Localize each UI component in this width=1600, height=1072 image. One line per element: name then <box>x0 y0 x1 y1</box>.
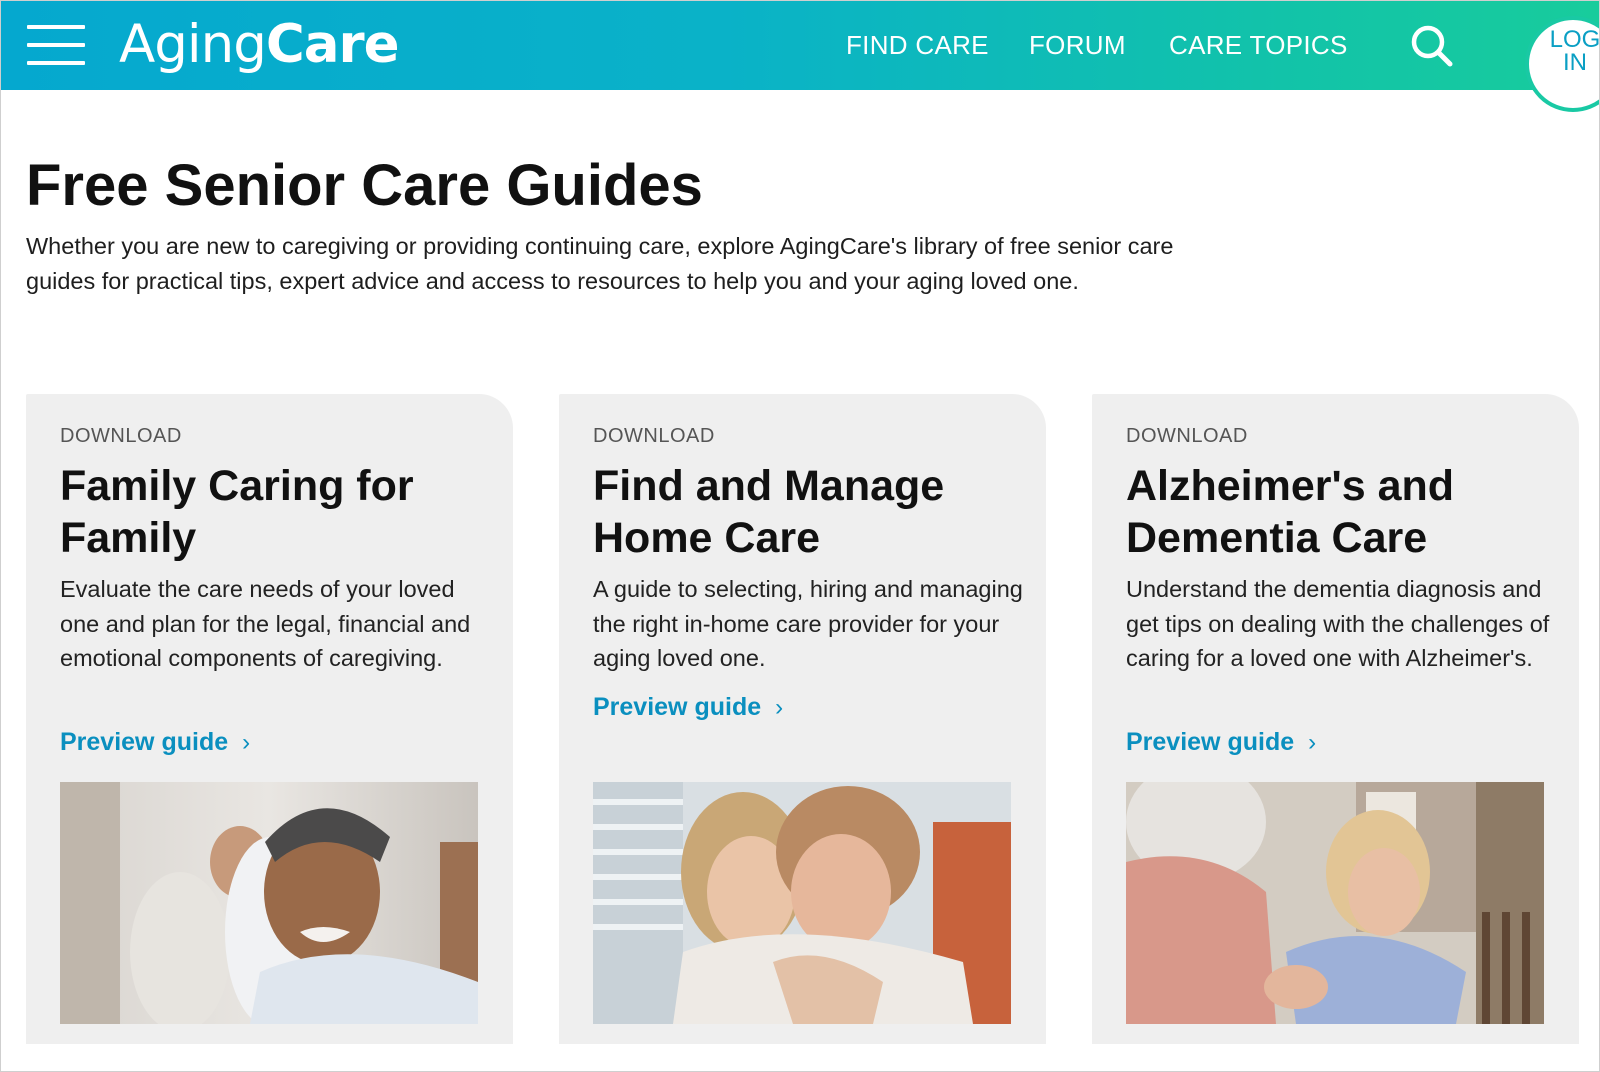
preview-guide-label: Preview guide <box>1126 728 1295 756</box>
preview-guide-label: Preview guide <box>593 693 762 721</box>
page-title: Free Senior Care Guides <box>26 153 703 218</box>
chevron-right-icon: › <box>242 729 251 756</box>
login-label-line2: IN <box>1563 49 1587 76</box>
logo-text-light: Aging <box>119 14 267 75</box>
nav-forum[interactable]: FORUM <box>1029 29 1126 61</box>
card-download-tag: DOWNLOAD <box>60 425 182 447</box>
card-title[interactable]: Find and Manage Home Care <box>593 460 1033 564</box>
card-description: A guide to selecting, hiring and managin… <box>593 576 1023 671</box>
preview-guide-link[interactable]: Preview guide › <box>60 727 250 758</box>
card-description: Understand the dementia diagnosis and ge… <box>1126 576 1550 671</box>
guide-card-family-caring: DOWNLOAD Family Caring for Family Evalua… <box>26 394 513 1044</box>
guide-card-alzheimers: DOWNLOAD Alzheimer's and Dementia Care U… <box>1092 394 1579 1044</box>
page-frame: AgingCare FIND CARE FORUM CARE TOPICS LO… <box>0 0 1600 1072</box>
card-photo-senior-man[interactable] <box>60 782 478 1024</box>
card-download-tag: DOWNLOAD <box>1126 425 1248 447</box>
preview-guide-link[interactable]: Preview guide › <box>593 692 783 723</box>
nav-care-topics[interactable]: CARE TOPICS <box>1169 29 1348 61</box>
hamburger-menu-icon[interactable] <box>27 25 85 65</box>
guide-card-home-care: DOWNLOAD Find and Manage Home Care A gui… <box>559 394 1046 1044</box>
login-label: LOG IN <box>1545 26 1600 76</box>
card-title[interactable]: Family Caring for Family <box>60 460 500 564</box>
card-photo-girl-and-grandmother[interactable] <box>593 782 1011 1024</box>
card-title[interactable]: Alzheimer's and Dementia Care <box>1126 460 1566 564</box>
card-photo-caregiver-holding-hands[interactable] <box>1126 782 1544 1024</box>
preview-guide-link[interactable]: Preview guide › <box>1126 727 1316 758</box>
chevron-right-icon: › <box>1308 729 1317 756</box>
logo-text-bold: Care <box>265 14 400 75</box>
intro-text: Whether you are new to caregiving or pro… <box>26 233 1174 294</box>
login-label-line1: LOG <box>1549 26 1600 53</box>
card-description: Evaluate the care needs of your loved on… <box>60 576 471 671</box>
card-download-tag: DOWNLOAD <box>593 425 715 447</box>
nav-find-care[interactable]: FIND CARE <box>846 29 989 61</box>
site-header: AgingCare FIND CARE FORUM CARE TOPICS LO… <box>1 1 1599 112</box>
login-button[interactable]: LOG IN <box>1525 16 1600 112</box>
agingcare-logo[interactable]: AgingCare <box>119 14 400 75</box>
chevron-right-icon: › <box>775 694 784 721</box>
preview-guide-label: Preview guide <box>60 728 229 756</box>
search-icon[interactable] <box>1409 23 1455 69</box>
